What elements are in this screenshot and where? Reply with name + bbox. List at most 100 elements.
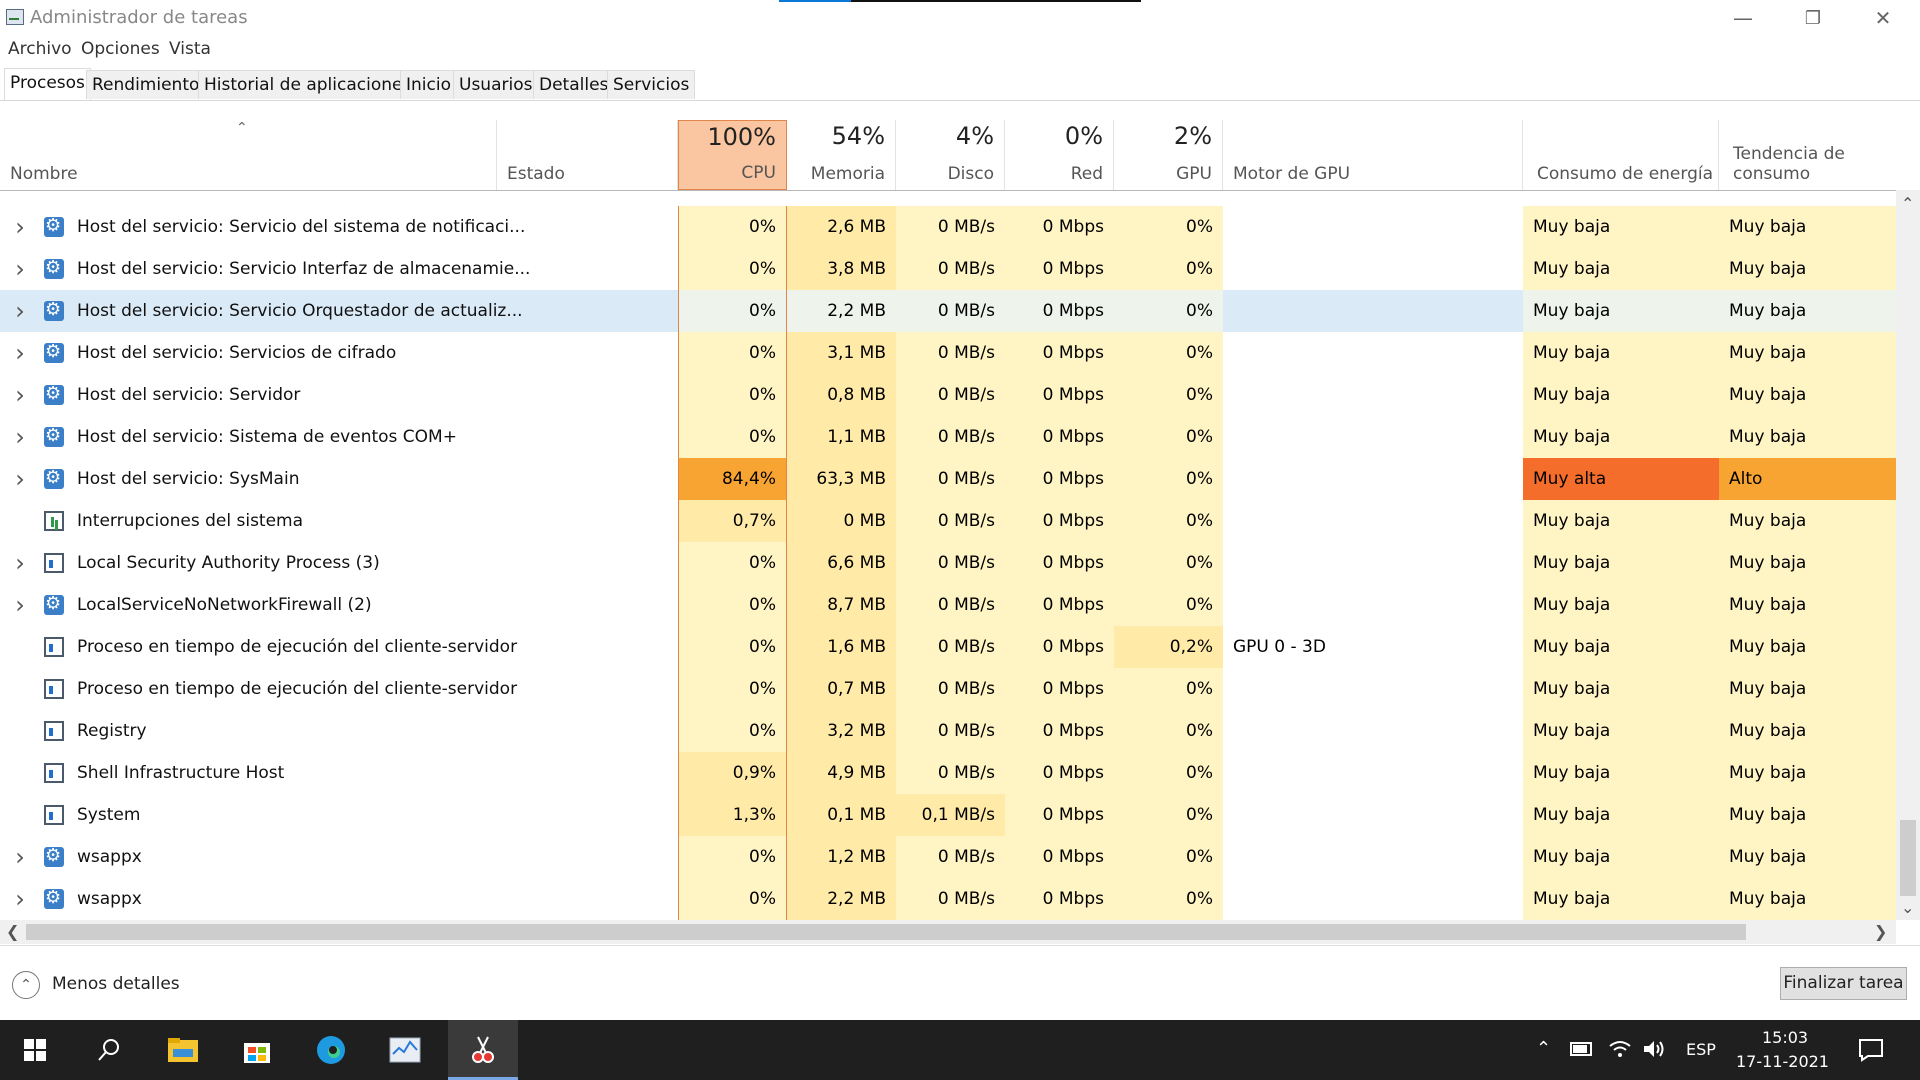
chevron-right-icon[interactable]: › [10,836,30,878]
scroll-left-icon[interactable]: ❮ [6,922,19,941]
chevron-right-icon[interactable]: › [10,416,30,458]
cell-engine [1223,794,1523,836]
table-row[interactable]: ›Host del servicio: Servidor0%0,8 MB0 MB… [0,374,1896,416]
table-row[interactable]: Proceso en tiempo de ejecución del clien… [0,626,1896,668]
table-row[interactable]: System1,3%0,1 MB0,1 MB/s0 Mbps0%Muy baja… [0,794,1896,836]
tab-rendimiento[interactable]: Rendimiento [86,70,205,99]
chevron-up-icon[interactable]: ⌃ [12,971,40,999]
cell-mem: 1,1 MB [787,416,896,458]
chevron-up-icon[interactable]: ⌃ [1536,1038,1551,1059]
cell-trend: Muy baja [1719,290,1896,332]
col-tendencia[interactable]: Tendencia de consumo [1719,120,1896,190]
tab-detalles[interactable]: Detalles [533,70,614,99]
cell-mem: 0,1 MB [787,794,896,836]
cell-disk: 0 MB/s [896,710,1005,752]
cell-disk: 0 MB/s [896,290,1005,332]
col-gpu[interactable]: 2% GPU [1114,120,1223,190]
menu-archivo[interactable]: Archivo [8,39,72,59]
menu-vista[interactable]: Vista [169,39,211,59]
col-memoria[interactable]: 54% Memoria [787,120,896,190]
table-row[interactable]: ›Local Security Authority Process (3)0%6… [0,542,1896,584]
chevron-right-icon[interactable]: › [10,290,30,332]
edge-icon[interactable] [296,1020,366,1080]
tab-usuarios[interactable]: Usuarios [453,70,538,99]
table-row[interactable]: ›Host del servicio: Servicio Orquestador… [0,290,1896,332]
less-details-link[interactable]: Menos detalles [52,974,180,994]
table-row[interactable]: Shell Infrastructure Host0,9%4,9 MB0 MB/… [0,752,1896,794]
cell-net: 0 Mbps [1005,878,1114,920]
notification-icon[interactable] [1858,1038,1884,1062]
cell-cpu: 0% [678,332,787,374]
chevron-right-icon[interactable]: › [10,332,30,374]
horizontal-scrollbar[interactable]: ❮ ❯ [0,920,1896,944]
tab-strip: Procesos Rendimiento Historial de aplica… [0,70,1920,101]
cell-net: 0 Mbps [1005,374,1114,416]
table-row[interactable]: Registry0%3,2 MB0 MB/s0 Mbps0%Muy bajaMu… [0,710,1896,752]
table-row[interactable]: ›wsappx0%2,2 MB0 MB/s0 Mbps0%Muy bajaMuy… [0,878,1896,920]
file-explorer-icon[interactable] [148,1020,218,1080]
chevron-right-icon[interactable]: › [10,542,30,584]
table-row[interactable]: ›Host del servicio: Servicio del sistema… [0,206,1896,248]
table-row[interactable]: Interrupciones del sistema0,7%0 MB0 MB/s… [0,500,1896,542]
cell-gpu: 0% [1114,458,1223,500]
col-consumo[interactable]: Consumo de energía [1523,120,1719,190]
search-icon[interactable] [74,1020,144,1080]
vertical-scroll-thumb[interactable] [1900,820,1916,896]
table-row[interactable]: ›LocalServiceNoNetworkFirewall (2)0%8,7 … [0,584,1896,626]
vertical-scrollbar[interactable]: ⌃ ⌄ [1896,190,1920,920]
chevron-right-icon[interactable]: › [10,878,30,920]
tab-servicios[interactable]: Servicios [607,70,695,99]
taskbar: ⌃ ESP 15:03 17-11-2021 [0,1020,1920,1080]
table-row[interactable]: ›Host del servicio: Servicio Interfaz de… [0,248,1896,290]
snipping-tool-icon[interactable] [448,1020,518,1080]
col-nombre[interactable]: ⌃ Nombre [0,120,497,190]
volume-icon[interactable] [1642,1038,1666,1060]
microsoft-store-icon[interactable] [222,1020,292,1080]
table-row[interactable]: ›wsappx0%1,2 MB0 MB/s0 Mbps0%Muy bajaMuy… [0,836,1896,878]
cell-mem: 6,6 MB [787,542,896,584]
wifi-icon[interactable] [1608,1038,1632,1060]
chevron-right-icon[interactable]: › [10,206,30,248]
col-estado[interactable]: Estado [497,120,678,190]
col-disco[interactable]: 4% Disco [896,120,1005,190]
battery-icon[interactable] [1570,1042,1592,1056]
service-gear-icon [44,301,64,321]
tab-historial[interactable]: Historial de aplicaciones [198,70,417,99]
clock-time[interactable]: 15:03 [1762,1028,1808,1047]
chevron-right-icon[interactable]: › [10,248,30,290]
cell-cpu: 0% [678,668,787,710]
tab-inicio[interactable]: Inicio [400,70,457,99]
cell-engine [1223,332,1523,374]
table-row[interactable]: ›Host del servicio: Sistema de eventos C… [0,416,1896,458]
scroll-down-icon[interactable]: ⌄ [1901,898,1914,917]
col-red[interactable]: 0% Red [1005,120,1114,190]
cell-power: Muy alta [1523,458,1719,500]
cell-net: 0 Mbps [1005,290,1114,332]
cell-gpu: 0% [1114,542,1223,584]
cell-mem: 8,7 MB [787,584,896,626]
tab-procesos[interactable]: Procesos [4,68,91,100]
table-row[interactable]: Proceso en tiempo de ejecución del clien… [0,668,1896,710]
table-row[interactable]: ›Host del servicio: Servicios de cifrado… [0,332,1896,374]
cell-net: 0 Mbps [1005,752,1114,794]
col-motor-gpu[interactable]: Motor de GPU [1223,120,1523,190]
table-row[interactable]: ›Host del servicio: SysMain84,4%63,3 MB0… [0,458,1896,500]
close-button[interactable]: ✕ [1848,0,1918,36]
service-gear-icon [44,469,64,489]
scroll-right-icon[interactable]: ❯ [1874,922,1887,941]
language-indicator[interactable]: ESP [1686,1040,1716,1059]
chevron-right-icon[interactable]: › [10,584,30,626]
windows-start-icon[interactable] [0,1020,70,1080]
horizontal-scroll-thumb[interactable] [26,924,1746,940]
minimize-button[interactable]: — [1708,0,1778,36]
menu-opciones[interactable]: Opciones [81,39,160,59]
end-task-button[interactable]: Finalizar tarea [1780,967,1907,1000]
col-cpu[interactable]: 100% CPU [678,120,787,190]
task-manager-taskbar-icon[interactable] [370,1020,440,1080]
clock-date[interactable]: 17-11-2021 [1736,1052,1829,1071]
chevron-right-icon[interactable]: › [10,374,30,416]
cell-trend: Muy baja [1719,878,1896,920]
restore-button[interactable]: ❐ [1778,0,1848,36]
scroll-up-icon[interactable]: ⌃ [1901,194,1914,213]
chevron-right-icon[interactable]: › [10,458,30,500]
